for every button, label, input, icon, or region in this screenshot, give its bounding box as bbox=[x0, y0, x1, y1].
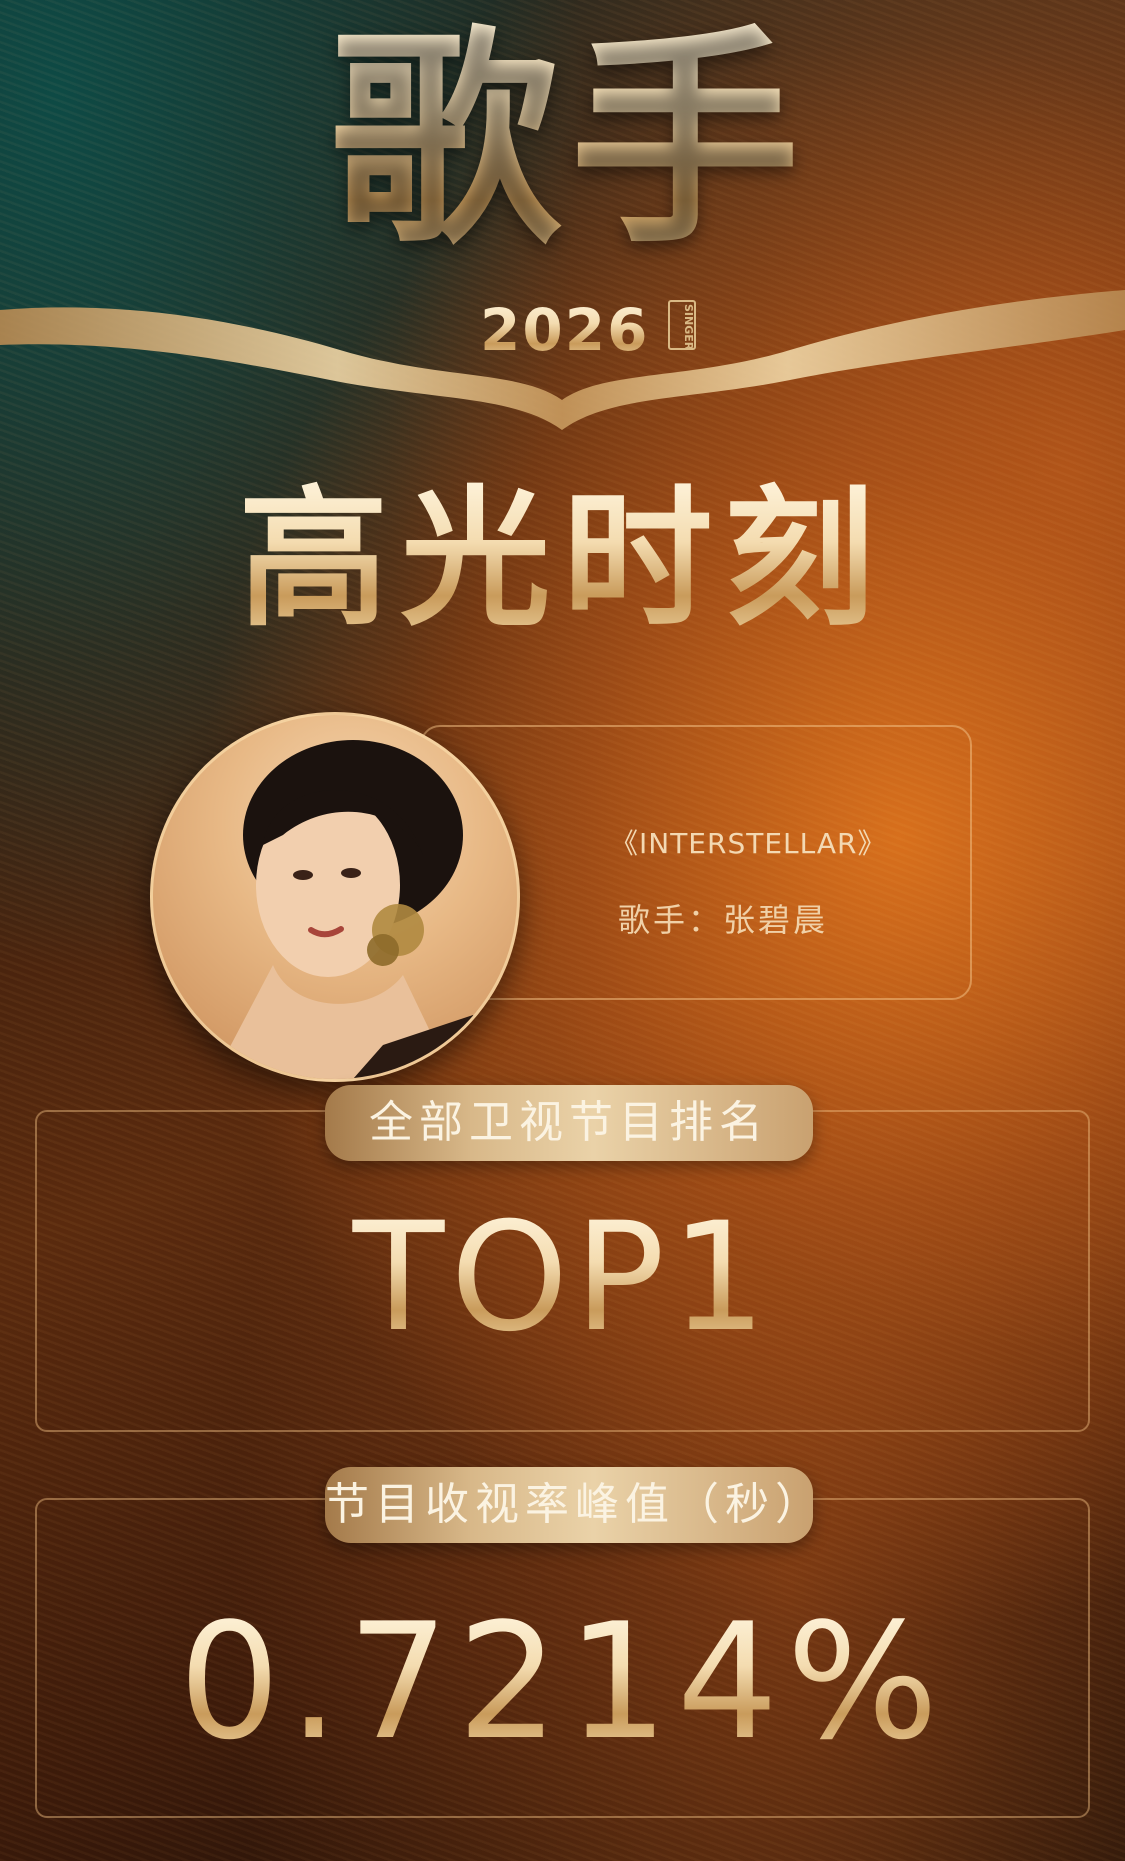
rating-value: 0.7214% bbox=[0, 1602, 1125, 1762]
song-title: 《INTERSTELLAR》 bbox=[610, 827, 887, 860]
rating-label: 节目收视率峰值（秒） bbox=[325, 1467, 819, 1543]
ranking-value: TOP1 bbox=[0, 1198, 1125, 1358]
gold-ribbon-ornament bbox=[0, 290, 1125, 430]
headline: 高光时刻 bbox=[0, 470, 1125, 650]
logo-title: 歌手 bbox=[290, 0, 850, 290]
poster: 歌手 2026 SINGER 高光时刻 《INTERSTELLAR》 歌手：张碧… bbox=[0, 0, 1125, 1861]
ranking-label: 全部卫视节目排名 bbox=[325, 1085, 813, 1161]
portrait-illustration bbox=[213, 740, 517, 1079]
singer-name: 歌手：张碧晨 bbox=[618, 901, 829, 939]
singer-avatar bbox=[150, 712, 520, 1082]
